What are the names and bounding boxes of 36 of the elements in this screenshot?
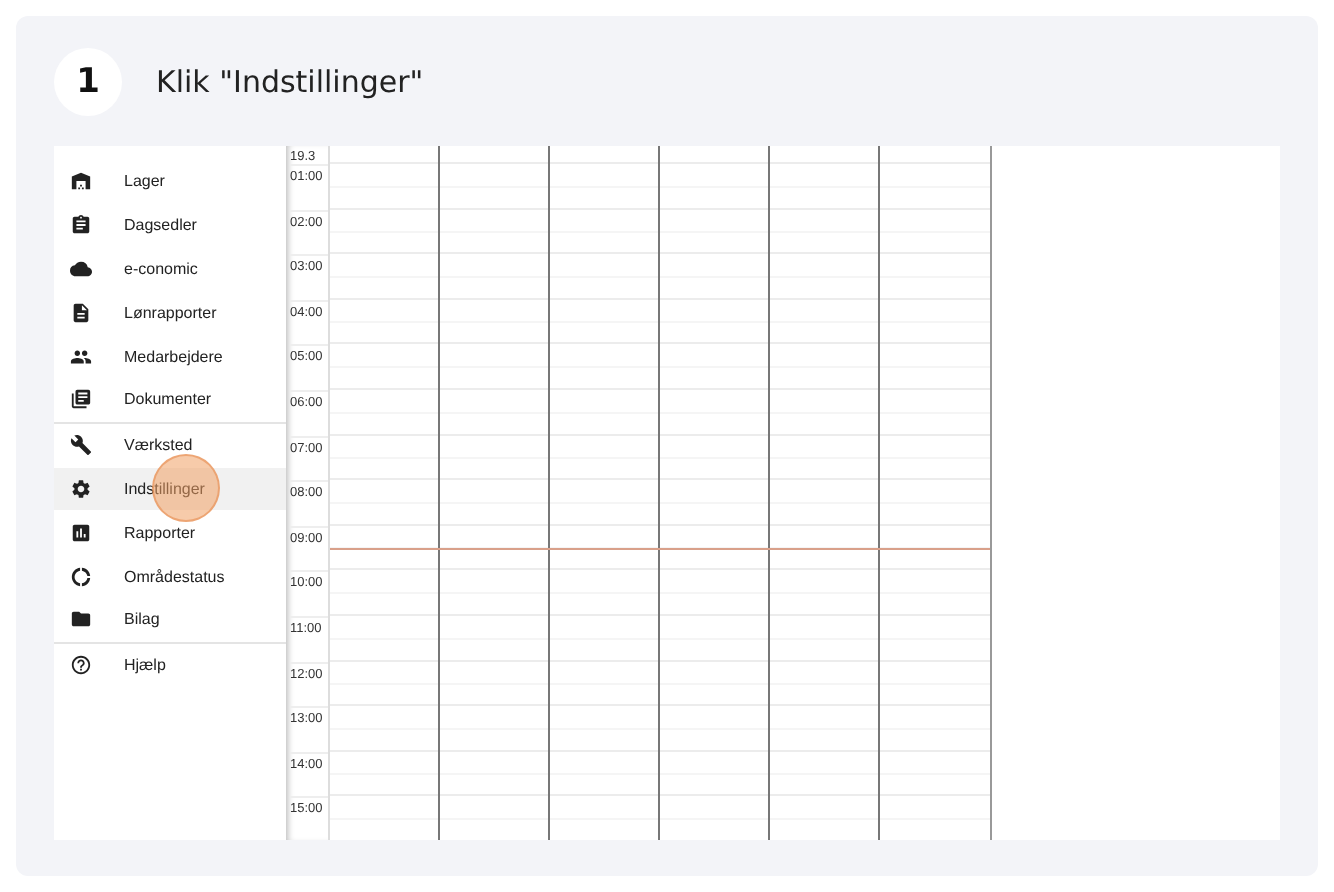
document-icon xyxy=(70,301,92,324)
sidebar-item[interactable]: Lønrapporter xyxy=(54,290,286,335)
sidebar-item[interactable]: Hjælp xyxy=(54,643,286,688)
sidebar-item[interactable]: e-conomic xyxy=(54,247,286,291)
clipboard-icon xyxy=(70,214,92,237)
help-icon xyxy=(70,654,92,677)
sidebar-item[interactable]: Medarbejdere xyxy=(54,334,286,378)
sidebar-item-label: Hjælp xyxy=(124,656,166,675)
step-number: 1 xyxy=(54,47,122,115)
sidebar-item[interactable]: Rapporter xyxy=(54,510,286,555)
settings-icon xyxy=(70,477,92,500)
sidebar-item-label: Lager xyxy=(124,172,165,191)
sidebar-item-label: Medarbejdere xyxy=(124,347,223,366)
sidebar-item-label: Områdestatus xyxy=(124,567,225,586)
sidebar-item-label: Dokumenter xyxy=(124,390,212,409)
wrench-icon xyxy=(70,434,92,457)
sidebar-item-label: Bilag xyxy=(124,610,160,629)
folder-icon xyxy=(70,608,92,631)
chart-icon xyxy=(70,521,92,544)
sidebar-item-label: Værksted xyxy=(124,436,193,455)
sidebar-item[interactable]: Områdestatus xyxy=(54,554,286,598)
sidebar-item-label: e-conomic xyxy=(124,259,198,278)
sidebar-item-label: Rapporter xyxy=(124,523,196,542)
sidebar-item[interactable]: Bilag xyxy=(54,597,286,642)
sidebar-item-label: Dagsedler xyxy=(124,216,197,235)
sidebar-item[interactable]: Dagsedler xyxy=(54,203,286,248)
sidebar-item[interactable]: Lager xyxy=(54,160,286,204)
step-instruction: Klik "Indstillinger" xyxy=(156,63,424,99)
sidebar-item-label: Lønrapporter xyxy=(124,303,217,322)
sidebar-item[interactable]: Dokumenter xyxy=(54,377,286,422)
warehouse-icon xyxy=(70,170,92,193)
donut-icon xyxy=(70,565,92,588)
sidebar-item[interactable]: Værksted xyxy=(54,423,286,468)
cloud-icon xyxy=(70,257,92,280)
books-icon xyxy=(70,388,92,411)
people-icon xyxy=(70,345,92,368)
